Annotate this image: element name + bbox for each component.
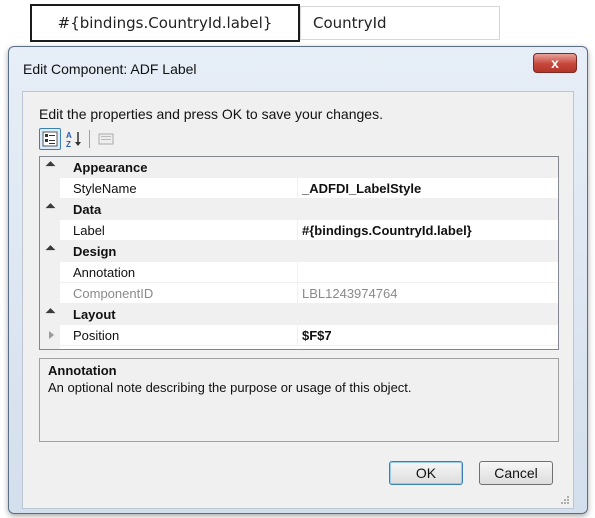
property-value[interactable]: _ADFDI_LabelStyle xyxy=(302,181,421,196)
property-row-label[interactable]: Label #{bindings.CountryId.label} xyxy=(40,220,558,241)
property-pages-icon xyxy=(98,133,114,145)
property-name: Label xyxy=(73,223,105,238)
expanded-icon[interactable] xyxy=(45,161,56,172)
expanded-icon[interactable] xyxy=(45,203,56,214)
property-value[interactable]: #{bindings.CountryId.label} xyxy=(302,223,472,238)
category-label: Appearance xyxy=(73,160,148,175)
category-design[interactable]: Design xyxy=(40,241,558,262)
description-title: Annotation xyxy=(48,363,117,378)
ok-button[interactable]: OK xyxy=(389,461,463,485)
category-label: Layout xyxy=(73,307,116,322)
property-grid: Appearance StyleName _ADFDI_LabelStyle D… xyxy=(39,156,559,350)
property-row-annotation[interactable]: Annotation xyxy=(40,262,558,283)
sort-az-icon: A Z xyxy=(66,131,81,148)
adjacent-cell[interactable]: CountryId xyxy=(300,6,500,40)
category-label: Data xyxy=(73,202,102,217)
alphabetical-button[interactable]: A Z xyxy=(63,128,85,150)
expanded-icon[interactable] xyxy=(45,245,56,256)
column-divider xyxy=(297,178,298,198)
category-data[interactable]: Data xyxy=(40,199,558,220)
category-appearance[interactable]: Appearance xyxy=(40,157,558,178)
categorized-button[interactable] xyxy=(39,128,61,150)
toolbar-separator xyxy=(89,130,90,148)
instructions-text: Edit the properties and press OK to save… xyxy=(39,106,383,122)
spreadsheet-row: #{bindings.CountryId.label} CountryId xyxy=(0,0,595,46)
column-divider xyxy=(297,220,298,240)
category-layout[interactable]: Layout xyxy=(40,304,558,325)
property-row-componentid[interactable]: ComponentID LBL1243974764 xyxy=(40,283,558,304)
column-divider xyxy=(297,325,298,345)
property-name: StyleName xyxy=(73,181,137,196)
column-divider xyxy=(297,262,298,282)
categorized-view-icon xyxy=(42,131,58,147)
selected-cell[interactable]: #{bindings.CountryId.label} xyxy=(30,4,300,42)
property-row-position[interactable]: Position $F$7 xyxy=(40,325,558,346)
category-label: Design xyxy=(73,244,117,259)
property-value[interactable]: $F$7 xyxy=(302,328,332,343)
column-divider xyxy=(297,283,298,303)
property-name: ComponentID xyxy=(73,286,154,301)
property-name: Position xyxy=(73,328,120,343)
expanded-icon[interactable] xyxy=(45,308,56,319)
description-panel: Annotation An optional note describing t… xyxy=(39,358,559,442)
property-row-stylename[interactable]: StyleName _ADFDI_LabelStyle xyxy=(40,178,558,199)
grid-toolbar: A Z xyxy=(39,128,239,152)
property-pages-button[interactable] xyxy=(95,128,117,150)
edit-component-dialog: Edit Component: ADF Label x Edit the pro… xyxy=(8,46,588,514)
close-button[interactable]: x xyxy=(533,53,577,73)
collapsed-icon[interactable] xyxy=(49,331,54,339)
resize-grip-icon[interactable] xyxy=(560,495,570,505)
property-value: LBL1243974764 xyxy=(302,286,398,301)
description-text: An optional note describing the purpose … xyxy=(48,380,412,395)
svg-text:Z: Z xyxy=(66,140,71,148)
dialog-title: Edit Component: ADF Label xyxy=(23,61,197,77)
property-name: Annotation xyxy=(73,265,136,280)
svg-text:A: A xyxy=(66,131,72,140)
cancel-button[interactable]: Cancel xyxy=(479,461,553,485)
close-icon: x xyxy=(551,55,559,71)
dialog-body: Edit the properties and press OK to save… xyxy=(22,91,574,509)
